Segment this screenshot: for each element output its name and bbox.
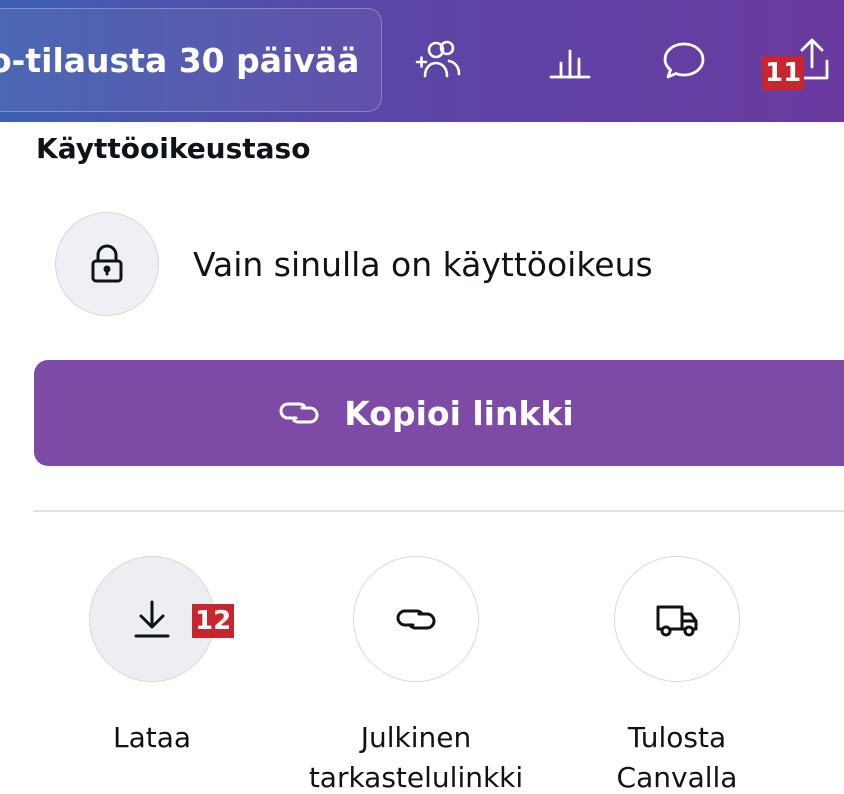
lock-icon-circle [55, 212, 159, 316]
download-label: Lataa [112, 721, 192, 754]
print-with-canva-action[interactable]: Tulosta Canvalla [557, 556, 797, 794]
share-annotation-badge: 11 [762, 56, 805, 90]
copy-link-button[interactable]: Kopioi linkki [34, 360, 844, 466]
lock-icon [91, 244, 123, 283]
divider [34, 510, 844, 512]
access-level-selector[interactable]: Vain sinulla on käyttöoikeus [55, 212, 653, 316]
link-icon [279, 402, 319, 424]
download-annotation-badge: 12 [192, 604, 235, 638]
public-view-link-action[interactable]: Julkinen tarkastelulinkki [296, 556, 536, 794]
copy-link-label: Kopioi linkki [344, 393, 574, 433]
trial-button[interactable]: o-tilausta 30 päivää [0, 8, 382, 112]
comment-icon [663, 42, 705, 79]
add-people-icon [415, 40, 461, 78]
access-level-title: Käyttöoikeustaso [36, 132, 311, 165]
access-level-value: Vain sinulla on käyttöoikeus [193, 244, 653, 284]
download-icon [134, 600, 170, 638]
insights-button[interactable] [540, 30, 600, 90]
truck-icon [656, 605, 698, 637]
print-with-canva-label: Tulosta Canvalla [616, 721, 738, 794]
download-action[interactable]: Lataa [32, 556, 272, 758]
trial-button-label: o-tilausta 30 päivää [0, 40, 360, 80]
insights-icon [549, 49, 591, 79]
public-view-link-label: Julkinen tarkastelulinkki [308, 721, 524, 794]
public-view-link-button[interactable] [353, 556, 479, 682]
add-people-button[interactable] [408, 30, 468, 90]
print-with-canva-button[interactable] [614, 556, 740, 682]
link-icon [396, 609, 436, 630]
top-bar: o-tilausta 30 päivää [0, 0, 844, 122]
comment-button[interactable] [654, 30, 714, 90]
